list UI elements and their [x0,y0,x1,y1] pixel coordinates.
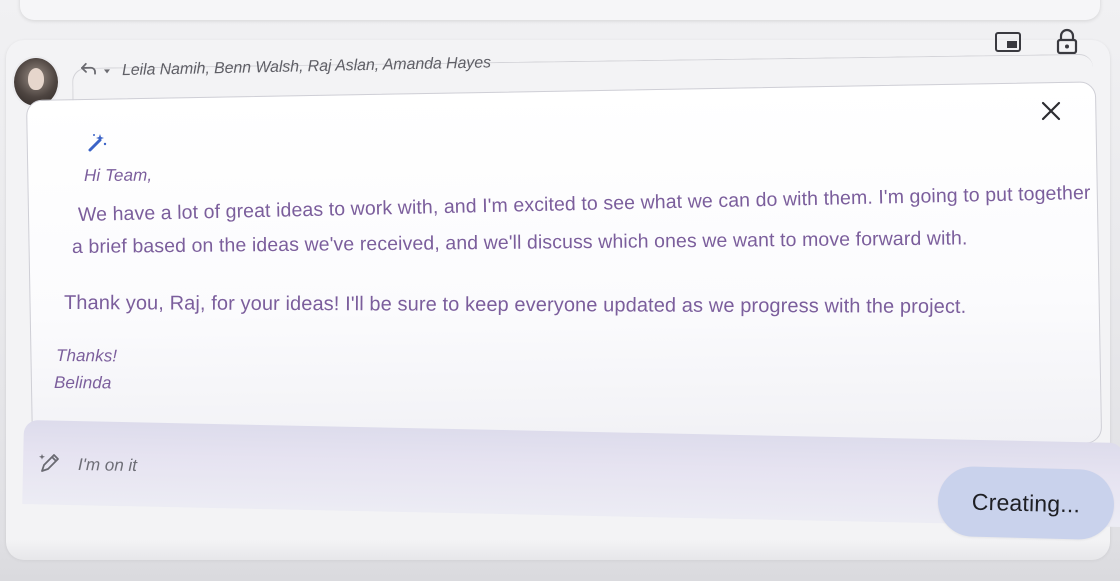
draft-greeting: Hi Team, [83,165,153,185]
reply-icon [80,62,98,81]
pencil-sparkle-icon [38,450,62,479]
close-icon [1040,100,1062,127]
picture-in-picture-icon [994,31,1022,58]
email-client-window: Leila Namih, Benn Walsh, Raj Aslan, Aman… [0,0,1120,581]
ai-draft-card [26,81,1103,462]
draft-paragraph-2: Thank you, Raj, for your ideas! I'll be … [63,292,967,318]
previous-message-card [20,0,1100,20]
draft-signature: Belinda [53,373,112,393]
reply-type-button[interactable] [80,62,98,81]
close-button[interactable] [1036,98,1066,128]
magic-wand-icon [86,132,108,159]
draft-closing: Thanks! [55,346,118,366]
chevron-down-icon[interactable] [103,68,111,73]
creating-status-button[interactable]: Creating... [937,465,1115,541]
bottom-shadow [0,540,1120,581]
